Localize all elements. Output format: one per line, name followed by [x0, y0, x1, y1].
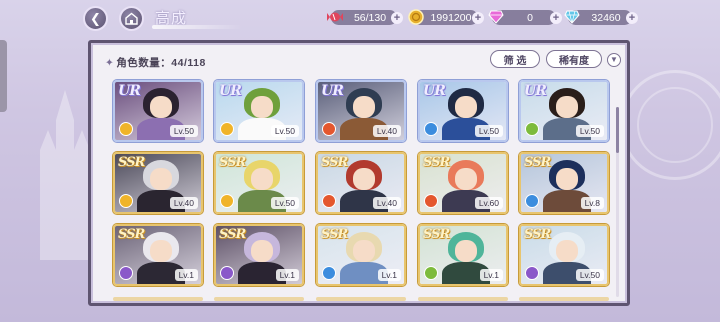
rarity-badge: SSR	[423, 155, 450, 170]
character-card[interactable]: UR Lv.50	[214, 80, 304, 142]
ferris-wheel-decoration	[620, 70, 720, 180]
rarity-badge: UR	[321, 83, 344, 99]
character-card[interactable]: SSR Lv.60	[418, 152, 508, 214]
level-label: Lv.60	[474, 197, 503, 209]
home-button[interactable]	[119, 6, 144, 31]
attribute-icon	[220, 194, 234, 208]
character-card[interactable]: UR Lv.50	[113, 80, 203, 142]
next-row-card-edge	[418, 297, 508, 301]
attribute-icon	[525, 122, 539, 136]
rarity-badge: SSR	[219, 227, 246, 242]
level-label: Lv.50	[270, 197, 299, 209]
top-bar: ❮ 高成 56/130 + 1991200 + 0 + 32460 +	[0, 0, 720, 36]
level-label: Lv.8	[580, 197, 604, 209]
attribute-icon	[525, 194, 539, 208]
next-row-card-edge	[519, 297, 609, 301]
next-row-card-edge	[113, 297, 203, 301]
pink-gem-icon	[486, 7, 506, 27]
rarity-badge: SSR	[423, 227, 450, 242]
character-card[interactable]: SSR Lv.50	[519, 224, 609, 286]
rarity-badge: UR	[219, 83, 242, 99]
attribute-icon	[322, 194, 336, 208]
level-label: Lv.1	[275, 269, 299, 281]
attribute-icon	[119, 266, 133, 280]
diamonds-value: 32460	[591, 11, 621, 24]
scrollbar[interactable]	[616, 107, 619, 297]
character-card[interactable]: SSR Lv.50	[214, 152, 304, 214]
rarity-badge: SSR	[118, 155, 145, 170]
rarity-badge: SSR	[118, 227, 145, 242]
attribute-icon	[424, 194, 438, 208]
coin-icon	[406, 7, 426, 27]
rarity-badge: SSR	[219, 155, 246, 170]
attribute-icon	[119, 194, 133, 208]
rarity-badge: SSR	[321, 227, 348, 242]
character-card[interactable]: UR Lv.50	[418, 80, 508, 142]
gem-counter: 0 +	[488, 10, 562, 25]
attribute-icon	[424, 266, 438, 280]
attribute-icon	[220, 122, 234, 136]
rarity-badge: SSR	[321, 155, 348, 170]
diamond-icon	[562, 7, 582, 27]
back-button[interactable]: ❮	[83, 6, 108, 31]
attribute-icon	[322, 266, 336, 280]
level-label: Lv.50	[169, 125, 198, 137]
rarity-badge: SSR	[524, 227, 551, 242]
gems-value: 0	[527, 11, 533, 24]
character-card[interactable]: UR Lv.40	[316, 80, 406, 142]
level-label: Lv.1	[479, 269, 503, 281]
side-drawer-handle[interactable]	[0, 40, 7, 112]
character-card[interactable]: SSR Lv.40	[316, 152, 406, 214]
attribute-icon	[525, 266, 539, 280]
next-row-card-edge	[316, 297, 406, 301]
next-row-card-edge	[214, 297, 304, 301]
level-label: Lv.50	[575, 269, 604, 281]
attribute-icon	[322, 122, 336, 136]
home-icon	[125, 12, 138, 25]
coins-value: 1991200	[430, 11, 472, 24]
add-gems-button[interactable]: +	[550, 11, 562, 24]
rarity-badge: UR	[118, 83, 141, 99]
attribute-icon	[220, 266, 234, 280]
level-label: Lv.1	[174, 269, 198, 281]
add-coins-button[interactable]: +	[472, 11, 484, 24]
add-stamina-button[interactable]: +	[391, 11, 403, 24]
stamina-counter: 56/130 +	[327, 10, 403, 25]
rarity-badge: UR	[524, 83, 547, 99]
character-card[interactable]: SSR Lv.8	[519, 152, 609, 214]
scrollbar-thumb[interactable]	[616, 107, 619, 153]
character-grid: UR Lv.50 UR Lv.50 UR Lv.40 UR Lv.50 UR Lv.50 SSR Lv…	[91, 43, 627, 303]
character-card[interactable]: UR Lv.50	[519, 80, 609, 142]
add-diamonds-button[interactable]: +	[626, 11, 638, 24]
level-label: Lv.50	[270, 125, 299, 137]
character-card[interactable]: SSR Lv.1	[214, 224, 304, 286]
level-label: Lv.40	[372, 197, 401, 209]
diamond-counter: 32460 +	[564, 10, 638, 25]
coin-counter: 1991200 +	[408, 9, 484, 25]
level-label: Lv.40	[372, 125, 401, 137]
level-label: Lv.1	[377, 269, 401, 281]
character-card[interactable]: SSR Lv.1	[316, 224, 406, 286]
rarity-badge: SSR	[524, 155, 551, 170]
chevron-left-icon: ❮	[90, 10, 101, 26]
level-label: Lv.50	[575, 125, 604, 137]
title-flourish	[152, 25, 242, 29]
character-card[interactable]: SSR Lv.1	[418, 224, 508, 286]
character-card[interactable]: SSR Lv.1	[113, 224, 203, 286]
stamina-value: 56/130	[353, 11, 387, 24]
level-label: Lv.40	[169, 197, 198, 209]
attribute-icon	[119, 122, 133, 136]
candy-icon	[325, 7, 345, 27]
level-label: Lv.50	[474, 125, 503, 137]
character-list-panel: ✦ 角色数量：44/118 筛 选 稀有度 ▼ UR Lv.50 UR Lv.50 UR L…	[88, 40, 630, 306]
rarity-badge: UR	[423, 83, 446, 99]
character-card[interactable]: SSR Lv.40	[113, 152, 203, 214]
attribute-icon	[424, 122, 438, 136]
